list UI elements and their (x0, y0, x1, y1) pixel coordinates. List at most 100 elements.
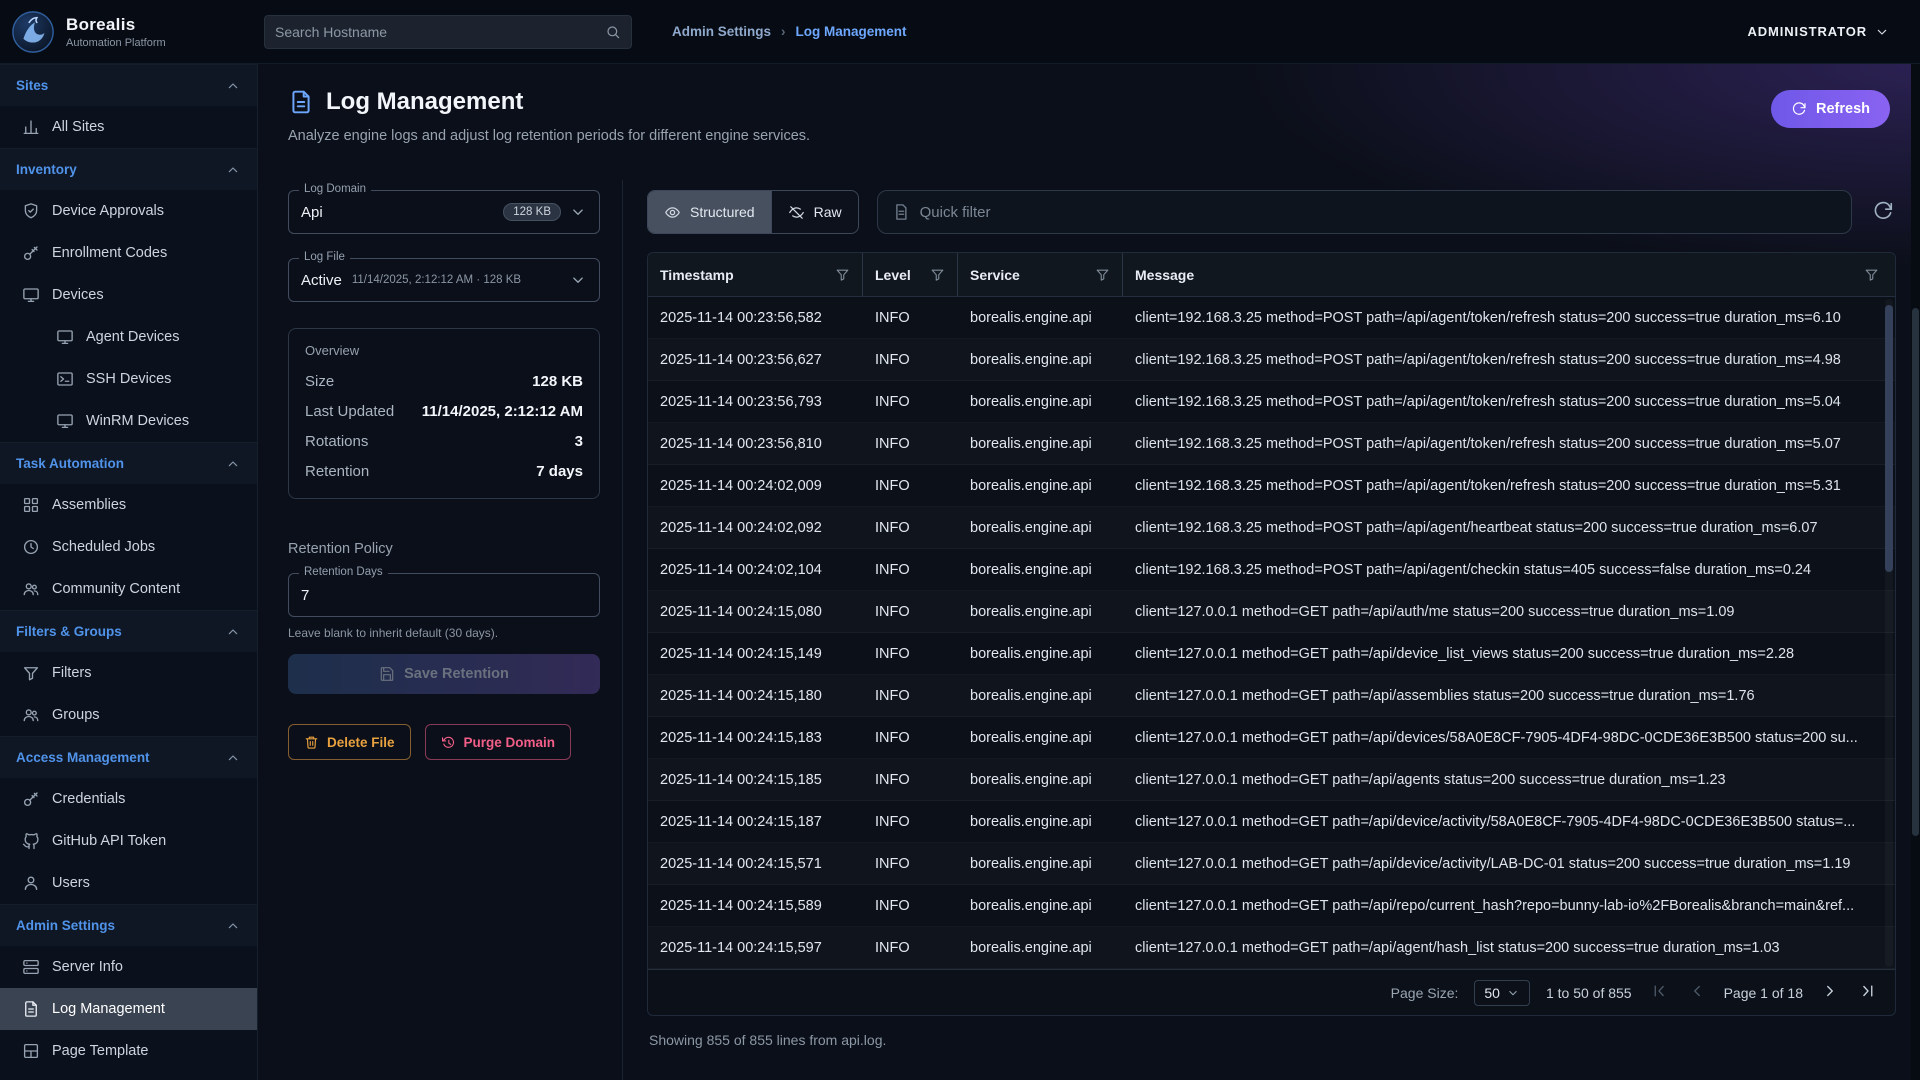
sidebar-item-scheduled-jobs[interactable]: Scheduled Jobs (0, 526, 257, 568)
table-scrollbar[interactable] (1885, 299, 1893, 967)
scrollbar-thumb[interactable] (1912, 308, 1919, 836)
brand[interactable]: Borealis Automation Platform (0, 9, 258, 55)
delete-file-button[interactable]: Delete File (288, 724, 411, 760)
sidebar-item-users[interactable]: Users (0, 862, 257, 904)
table-row[interactable]: 2025-11-14 00:24:15,597INFOborealis.engi… (648, 927, 1895, 969)
sidebar-section-filters-groups[interactable]: Filters & Groups (0, 610, 257, 652)
key-icon (22, 790, 40, 808)
overview-title: Overview (305, 343, 583, 358)
sidebar-item-all-sites[interactable]: All Sites (0, 106, 257, 148)
sidebar-item-label: Credentials (52, 791, 125, 807)
column-header-service[interactable]: Service (958, 253, 1123, 296)
cell-ts: 2025-11-14 00:23:56,627 (648, 352, 863, 368)
retention-days-input[interactable] (301, 587, 587, 604)
section-label: Inventory (16, 162, 77, 177)
first-page-icon (1650, 982, 1668, 1000)
sidebar-item-server-info[interactable]: Server Info (0, 946, 257, 988)
chevron-up-icon (225, 918, 241, 934)
table-row[interactable]: 2025-11-14 00:24:02,092INFOborealis.engi… (648, 507, 1895, 549)
filter-icon[interactable] (1864, 267, 1879, 282)
cell-lvl: INFO (863, 730, 958, 746)
breadcrumb-log-management[interactable]: Log Management (796, 24, 907, 39)
sidebar-item-filters[interactable]: Filters (0, 652, 257, 694)
users-icon (22, 580, 40, 598)
table-row[interactable]: 2025-11-14 00:24:15,185INFOborealis.engi… (648, 759, 1895, 801)
first-page-button[interactable] (1648, 982, 1670, 1004)
chevron-up-icon (225, 624, 241, 640)
quick-filter[interactable] (877, 190, 1852, 234)
table-row[interactable]: 2025-11-14 00:24:02,104INFOborealis.engi… (648, 549, 1895, 591)
previous-page-button[interactable] (1686, 982, 1708, 1004)
last-page-button[interactable] (1857, 982, 1879, 1004)
filter-icon[interactable] (1095, 267, 1110, 282)
sidebar-item-winrm-devices[interactable]: WinRM Devices (0, 400, 257, 442)
table-row[interactable]: 2025-11-14 00:24:15,183INFOborealis.engi… (648, 717, 1895, 759)
topbar: Borealis Automation Platform Admin Setti… (0, 0, 1920, 64)
sidebar-section-admin-settings[interactable]: Admin Settings (0, 904, 257, 946)
hostname-search[interactable] (264, 15, 632, 49)
purge-domain-button[interactable]: Purge Domain (425, 724, 572, 760)
save-retention-button[interactable]: Save Retention (288, 654, 600, 694)
content: Log Domain Api 128 KB Log File Active 11… (258, 164, 1920, 1080)
column-header-timestamp[interactable]: Timestamp (648, 253, 863, 296)
user-menu[interactable]: ADMINISTRATOR (1747, 24, 1890, 40)
retention-days-field[interactable]: Retention Days (288, 573, 600, 617)
table-row[interactable]: 2025-11-14 00:23:56,582INFOborealis.engi… (648, 297, 1895, 339)
sidebar-item-log-management[interactable]: Log Management (0, 988, 257, 1030)
cell-svc: borealis.engine.api (958, 604, 1123, 620)
cell-ts: 2025-11-14 00:24:15,180 (648, 688, 863, 704)
cell-ts: 2025-11-14 00:24:15,080 (648, 604, 863, 620)
table-row[interactable]: 2025-11-14 00:23:56,810INFOborealis.engi… (648, 423, 1895, 465)
sidebar-item-assemblies[interactable]: Assemblies (0, 484, 257, 526)
sidebar-item-label: Log Management (52, 1001, 165, 1017)
column-header-message[interactable]: Message (1123, 253, 1895, 296)
structured-mode-button[interactable]: Structured (648, 191, 771, 233)
table-row[interactable]: 2025-11-14 00:24:15,149INFOborealis.engi… (648, 633, 1895, 675)
table-row[interactable]: 2025-11-14 00:24:15,080INFOborealis.engi… (648, 591, 1895, 633)
table-row[interactable]: 2025-11-14 00:24:15,180INFOborealis.engi… (648, 675, 1895, 717)
filter-icon[interactable] (930, 267, 945, 282)
sidebar-item-community-content[interactable]: Community Content (0, 568, 257, 610)
page-size-select[interactable]: 50 (1474, 980, 1530, 1006)
table-row[interactable]: 2025-11-14 00:23:56,793INFOborealis.engi… (648, 381, 1895, 423)
sidebar-item-groups[interactable]: Groups (0, 694, 257, 736)
table-row[interactable]: 2025-11-14 00:24:15,187INFOborealis.engi… (648, 801, 1895, 843)
table-row[interactable]: 2025-11-14 00:23:56,627INFOborealis.engi… (648, 339, 1895, 381)
sidebar-item-ssh-devices[interactable]: SSH Devices (0, 358, 257, 400)
sidebar-item-page-template[interactable]: Page Template (0, 1030, 257, 1072)
cell-lvl: INFO (863, 604, 958, 620)
search-input[interactable] (275, 24, 597, 40)
table-row[interactable]: 2025-11-14 00:24:15,589INFOborealis.engi… (648, 885, 1895, 927)
sidebar-item-credentials[interactable]: Credentials (0, 778, 257, 820)
cell-msg: client=127.0.0.1 method=GET path=/api/au… (1123, 604, 1895, 620)
sidebar-section-task-automation[interactable]: Task Automation (0, 442, 257, 484)
log-domain-select[interactable]: Log Domain Api 128 KB (288, 190, 600, 234)
next-page-button[interactable] (1819, 982, 1841, 1004)
table-row[interactable]: 2025-11-14 00:24:02,009INFOborealis.engi… (648, 465, 1895, 507)
sidebar-item-enrollment-codes[interactable]: Enrollment Codes (0, 232, 257, 274)
filter-icon[interactable] (835, 267, 850, 282)
trash-icon (304, 735, 319, 750)
breadcrumb-admin-settings[interactable]: Admin Settings (672, 24, 771, 39)
scrollbar-thumb[interactable] (1885, 305, 1893, 572)
sidebar-section-inventory[interactable]: Inventory (0, 148, 257, 190)
table-row[interactable]: 2025-11-14 00:24:15,571INFOborealis.engi… (648, 843, 1895, 885)
table-refresh-button[interactable] (1870, 199, 1896, 225)
sidebar-item-github-api-token[interactable]: GitHub API Token (0, 820, 257, 862)
column-label: Service (970, 267, 1020, 283)
refresh-button[interactable]: Refresh (1771, 90, 1890, 128)
column-header-level[interactable]: Level (863, 253, 958, 296)
overview-row: Last Updated11/14/2025, 2:12:12 AM (305, 396, 583, 426)
github-icon (22, 832, 40, 850)
sidebar-item-device-approvals[interactable]: Device Approvals (0, 190, 257, 232)
sidebar-item-devices[interactable]: Devices (0, 274, 257, 316)
overview-card: Overview Size128 KBLast Updated11/14/202… (288, 328, 600, 499)
sidebar-section-sites[interactable]: Sites (0, 64, 257, 106)
raw-mode-button[interactable]: Raw (771, 191, 858, 233)
log-file-select[interactable]: Log File Active 11/14/2025, 2:12:12 AM ·… (288, 258, 600, 302)
quick-filter-input[interactable] (920, 204, 1837, 221)
log-file-value: Active (301, 272, 342, 289)
sidebar-item-agent-devices[interactable]: Agent Devices (0, 316, 257, 358)
page-scrollbar[interactable] (1911, 64, 1920, 1080)
sidebar-section-access-management[interactable]: Access Management (0, 736, 257, 778)
